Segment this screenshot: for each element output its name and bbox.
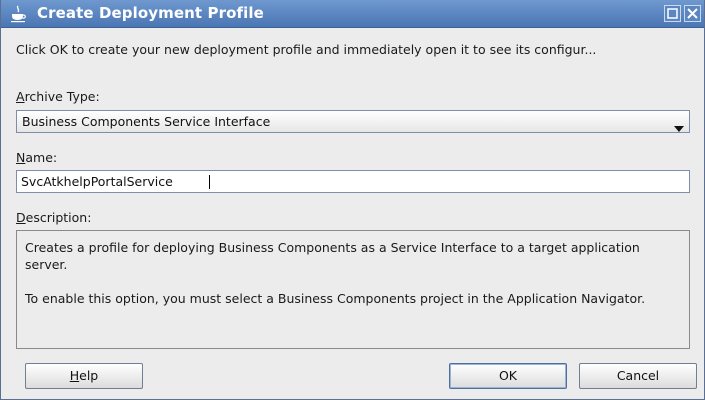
intro-text: Click OK to create your new deployment p…: [16, 42, 597, 57]
description-paragraph-1: Creates a profile for deploying Business…: [25, 240, 640, 272]
archive-type-label: Archive Type:: [16, 89, 100, 104]
archive-type-selected-value: Business Components Service Interface: [22, 114, 271, 129]
description-mnemonic: D: [16, 210, 26, 225]
help-label-rest: elp: [79, 368, 99, 383]
maximize-icon[interactable]: [664, 5, 681, 22]
name-label: Name:: [16, 150, 57, 165]
close-icon[interactable]: [684, 5, 701, 22]
dropdown-arrow-icon[interactable]: [674, 118, 684, 137]
help-button[interactable]: Help: [25, 363, 143, 389]
name-mnemonic: N: [16, 150, 26, 165]
ok-button[interactable]: OK: [449, 363, 567, 389]
title-bar[interactable]: Create Deployment Profile: [1, 0, 704, 28]
create-deployment-profile-dialog: Create Deployment Profile Click OK to cr…: [0, 0, 705, 400]
archive-type-mnemonic: A: [16, 89, 25, 104]
description-label-rest: escription:: [25, 210, 92, 225]
name-field-container: [16, 170, 690, 193]
name-field[interactable]: [17, 171, 689, 192]
java-cup-icon: [9, 5, 27, 23]
name-label-rest: ame:: [25, 150, 58, 165]
archive-type-select[interactable]: Business Components Service Interface: [16, 110, 690, 133]
text-caret: [209, 175, 210, 189]
description-box: Creates a profile for deploying Business…: [16, 230, 690, 349]
archive-type-label-rest: rchive Type:: [24, 89, 100, 104]
cancel-button[interactable]: Cancel: [579, 363, 697, 389]
dialog-title: Create Deployment Profile: [37, 4, 264, 22]
description-paragraph-2: To enable this option, you must select a…: [25, 291, 646, 306]
help-mnemonic: H: [69, 368, 80, 383]
description-label: Description:: [16, 210, 91, 225]
